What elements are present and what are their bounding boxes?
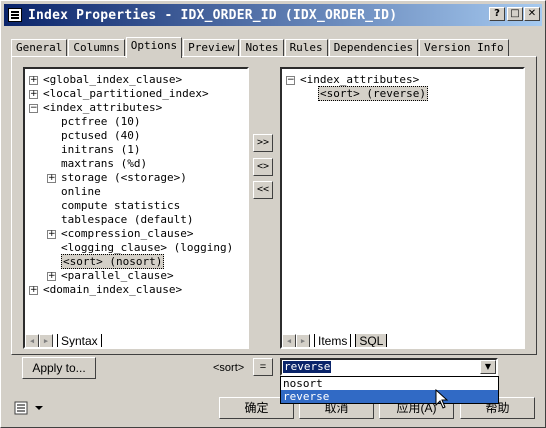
tree-node-label: online <box>61 185 101 198</box>
tree-node-label: <sort> (nosort) <box>61 254 165 269</box>
tree-node[interactable]: pctfree (10) <box>61 115 140 129</box>
property-value-dropdown[interactable]: reverse ▼ <box>280 358 498 376</box>
syntax-tab-strip: ◀ ▶ Syntax <box>25 333 102 347</box>
add-item-button[interactable]: >> <box>253 134 273 152</box>
tree-node[interactable]: <sort> (reverse) <box>318 86 428 101</box>
tree-node[interactable]: <parallel_clause> <box>61 269 174 283</box>
property-name-label: <sort> <box>213 362 245 374</box>
replace-item-button[interactable]: <> <box>253 158 273 176</box>
tab-strip: General Columns Options Preview Notes Rules De… <box>11 37 510 58</box>
tree-node[interactable]: <local_partitioned_index> <box>43 87 209 101</box>
tree-node-label: initrans (1) <box>61 143 141 156</box>
tree-node-label: <index_attributes> <box>43 101 163 114</box>
tree-node-label: <index_attributes> <box>300 73 420 86</box>
tree-node[interactable]: <index_attributes> <box>43 101 162 115</box>
expand-icon[interactable]: + <box>47 230 56 239</box>
dropdown-options-list: nosort reverse <box>280 376 499 404</box>
tree-node[interactable]: tablespace (default) <box>61 213 193 227</box>
expand-icon[interactable]: + <box>47 272 56 281</box>
tree-node[interactable]: <compression_clause> <box>61 227 193 241</box>
expand-icon[interactable]: + <box>29 76 38 85</box>
tree-node[interactable]: maxtrans (%d) <box>61 157 147 171</box>
expand-icon[interactable]: + <box>29 286 38 295</box>
dropdown-selected-value: reverse <box>283 360 332 373</box>
tree-node-label: <domain_index_clause> <box>43 283 183 296</box>
tab-items[interactable]: Items <box>314 333 352 347</box>
tree-node-label: <compression_clause> <box>61 227 194 240</box>
scroll-left-icon[interactable]: ◀ <box>282 334 296 347</box>
tab-general[interactable]: General <box>11 39 68 57</box>
close-button[interactable]: ✕ <box>524 7 540 21</box>
options-menu-button[interactable] <box>12 399 48 417</box>
expand-icon[interactable]: + <box>29 90 38 99</box>
tree-node[interactable]: storage (<storage>) <box>61 171 187 185</box>
tree-node-label: <parallel_clause> <box>61 269 174 282</box>
tab-sql[interactable]: SQL <box>355 333 388 347</box>
tree-node-label: <sort> (reverse) <box>318 86 428 101</box>
tree-node[interactable]: <sort> (nosort) <box>61 254 165 269</box>
scroll-right-icon[interactable]: ▶ <box>296 334 310 347</box>
tab-syntax[interactable]: Syntax <box>57 333 102 347</box>
document-icon <box>8 8 22 22</box>
tree-node-label: <local_partitioned_index> <box>43 87 209 100</box>
dropdown-option[interactable]: reverse <box>281 390 498 403</box>
tree-node-label: storage (<storage>) <box>61 171 187 184</box>
tree-node[interactable]: <domain_index_clause> <box>43 283 182 297</box>
tree-node-label: <logging_clause> (logging) <box>61 241 234 254</box>
tab-preview[interactable]: Preview <box>183 39 240 57</box>
tab-rules[interactable]: Rules <box>284 39 328 57</box>
window-title: Index Properties - IDX_ORDER_ID (IDX_ORD… <box>28 7 398 23</box>
items-tab-strip: ◀ ▶ Items SQL <box>282 333 388 347</box>
remove-item-button[interactable]: << <box>253 181 273 199</box>
collapse-icon[interactable]: − <box>29 104 38 113</box>
tree-node-label: maxtrans (%d) <box>61 157 148 170</box>
tree-node[interactable]: <index_attributes> <box>300 73 419 87</box>
tab-notes[interactable]: Notes <box>240 39 284 57</box>
scroll-left-icon[interactable]: ◀ <box>25 334 39 347</box>
index-properties-window: Index Properties - IDX_ORDER_ID (IDX_ORD… <box>0 0 546 428</box>
tree-node[interactable]: <global_index_clause> <box>43 73 182 87</box>
tree-node-label: pctfree (10) <box>61 115 141 128</box>
tab-columns[interactable]: Columns <box>68 39 125 57</box>
tree-node[interactable]: initrans (1) <box>61 143 140 157</box>
tab-version-info[interactable]: Version Info <box>419 39 509 57</box>
help-title-button[interactable]: ? <box>489 7 505 21</box>
tree-node[interactable]: compute statistics <box>61 199 180 213</box>
title-bar[interactable]: Index Properties - IDX_ORDER_ID (IDX_ORD… <box>4 4 542 26</box>
apply-to-button[interactable]: Apply to... <box>22 357 96 379</box>
scroll-right-icon[interactable]: ▶ <box>39 334 53 347</box>
tree-node[interactable]: online <box>61 185 101 199</box>
list-icon <box>14 401 43 415</box>
tree-node-label: <global_index_clause> <box>43 73 183 86</box>
mouse-cursor-icon <box>435 389 449 409</box>
dropdown-option[interactable]: nosort <box>281 377 498 390</box>
tab-options[interactable]: Options <box>125 37 183 58</box>
equals-label: = <box>253 358 273 376</box>
tree-node[interactable]: <logging_clause> (logging) <box>61 241 233 255</box>
collapse-icon[interactable]: − <box>286 76 295 85</box>
syntax-tree[interactable]: + <global_index_clause> + <local_partitione… <box>23 67 249 349</box>
expand-icon[interactable]: + <box>47 174 56 183</box>
items-tree[interactable]: − <index_attributes> <sort> (reverse) ◀ ▶ … <box>280 67 525 349</box>
tree-node[interactable]: pctused (40) <box>61 129 140 143</box>
tree-node-label: pctused (40) <box>61 129 141 142</box>
options-panel: + <global_index_clause> + <local_partitione… <box>11 56 537 355</box>
tree-node-label: compute statistics <box>61 199 181 212</box>
maximize-button[interactable]: □ <box>507 7 523 21</box>
tab-dependencies[interactable]: Dependencies <box>328 39 419 57</box>
tree-node-label: tablespace (default) <box>61 213 194 226</box>
chevron-down-icon[interactable]: ▼ <box>480 360 496 374</box>
